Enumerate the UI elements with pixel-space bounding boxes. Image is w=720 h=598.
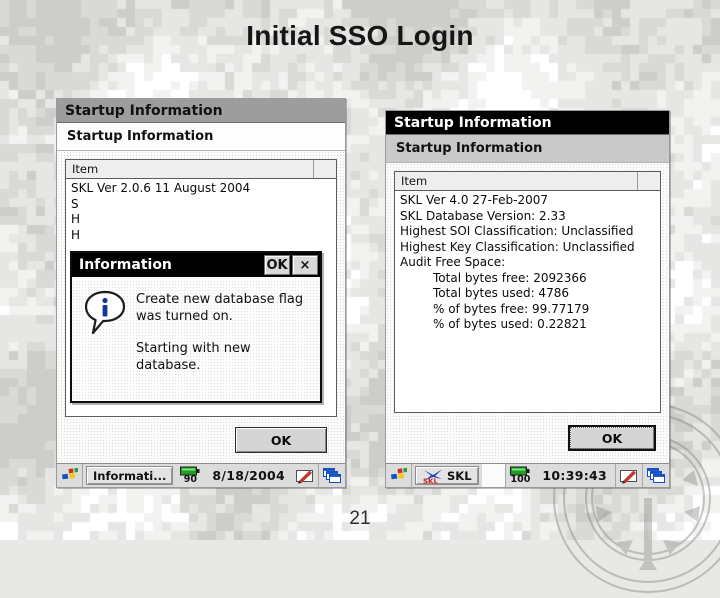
list-item[interactable]: Total bytes used: 4786 — [395, 286, 660, 302]
close-icon[interactable]: × — [292, 255, 318, 275]
right-pda-window: Startup Information Startup Information … — [385, 110, 670, 488]
dialog-paragraph: Create new database flag was turned on. — [136, 292, 304, 324]
list-item[interactable]: Audit Free Space: — [395, 255, 660, 271]
right-window-titlebar: Startup Information — [386, 111, 669, 135]
right-taskbar-task-label: SKL — [447, 468, 472, 483]
list-item[interactable]: SKL Ver 2.0.6 11 August 2004 — [66, 181, 336, 197]
slide-title: Initial SSO Login — [246, 20, 474, 51]
left-battery-level: 90 — [183, 474, 197, 486]
left-start-button[interactable] — [57, 464, 83, 487]
right-column-header-item[interactable]: Item — [395, 172, 638, 190]
right-taskbar-clock[interactable]: 10:39:43 — [534, 464, 616, 487]
left-pda-window: Startup Information Startup Information … — [56, 98, 346, 488]
left-window-title-text: Startup Information — [65, 102, 223, 119]
information-dialog-title: Information — [79, 257, 172, 273]
list-item[interactable]: Highest SOI Classification: Unclassified — [395, 224, 660, 240]
left-ok-button-label: OK — [270, 432, 292, 448]
skl-app-icon: SKL — [423, 469, 442, 485]
list-item[interactable]: SKL Ver 4.0 27-Feb-2007 — [395, 193, 660, 209]
right-battery-indicator[interactable]: 100 — [506, 464, 534, 487]
left-listview-header: Item — [66, 160, 336, 179]
left-taskbar-clock[interactable]: 8/18/2004 — [204, 464, 289, 487]
cascade-windows-icon — [647, 467, 665, 483]
information-dialog: Information OK × Create new database fla… — [70, 251, 322, 403]
list-item[interactable]: SKL Database Version: 2.33 — [395, 209, 660, 225]
left-taskbar-task-label: Informati... — [93, 468, 167, 483]
left-column-header-item[interactable]: Item — [66, 160, 314, 178]
right-battery-level: 100 — [510, 474, 531, 486]
right-window-body: Item SKL Ver 4.0 27-Feb-2007 SKL Database… — [386, 163, 669, 463]
left-battery-indicator[interactable]: 90 — [176, 464, 204, 487]
left-window-subheader: Startup Information — [57, 123, 345, 151]
right-ok-button[interactable]: OK — [568, 425, 656, 451]
left-taskbar-task-button[interactable]: Informati... — [86, 466, 174, 485]
page-number: 21 — [349, 508, 371, 529]
right-listview-header: Item — [395, 172, 660, 191]
right-column-header-blank[interactable] — [638, 172, 660, 190]
right-ok-button-label: OK — [601, 430, 623, 446]
left-stylus-button[interactable] — [292, 464, 319, 487]
left-ok-button[interactable]: OK — [235, 427, 327, 453]
list-item[interactable]: % of bytes used: 0.22821 — [395, 317, 660, 333]
list-item[interactable]: Highest Key Classification: Unclassified — [395, 240, 660, 256]
windows-start-icon — [391, 467, 407, 479]
left-window-body: Item SKL Ver 2.0.6 11 August 2004 S H H OK … — [57, 151, 345, 463]
information-dialog-message: Create new database flag was turned on. S… — [136, 289, 310, 391]
list-item[interactable]: % of bytes free: 99.77179 — [395, 302, 660, 318]
stylus-pen-icon — [620, 469, 637, 483]
information-icon — [84, 290, 126, 335]
dialog-ok-titlebar-button[interactable]: OK — [264, 255, 290, 275]
right-stylus-button[interactable] — [616, 464, 643, 487]
right-cascade-windows-button[interactable] — [643, 464, 669, 487]
list-item[interactable]: Total bytes free: 2092366 — [395, 271, 660, 287]
cascade-windows-icon — [323, 467, 341, 483]
left-column-header-blank[interactable] — [314, 160, 336, 178]
left-cascade-windows-button[interactable] — [319, 464, 345, 487]
list-item[interactable]: S — [66, 197, 336, 213]
dialog-paragraph: Starting with new database. — [136, 341, 251, 373]
information-dialog-body: Create new database flag was turned on. S… — [72, 277, 320, 401]
stylus-pen-icon — [296, 469, 313, 483]
right-window-title-text: Startup Information — [394, 114, 552, 131]
right-listview-rows: SKL Ver 4.0 27-Feb-2007 SKL Database Vers… — [395, 191, 660, 412]
list-item[interactable]: H — [66, 228, 336, 244]
right-window-subheader: Startup Information — [386, 135, 669, 163]
left-taskbar: Informati... 90 8/18/2004 — [57, 463, 345, 487]
windows-start-icon — [62, 467, 78, 479]
right-taskbar-spacer — [481, 464, 507, 487]
left-window-titlebar: Startup Information — [57, 99, 345, 123]
right-window-subheader-text: Startup Information — [396, 141, 543, 156]
right-start-button[interactable] — [386, 464, 412, 487]
right-taskbar: SKL SKL 100 10:39:43 — [386, 463, 669, 487]
list-item[interactable]: H — [66, 212, 336, 228]
right-taskbar-task-button[interactable]: SKL SKL — [415, 466, 479, 485]
right-startup-listview[interactable]: Item SKL Ver 4.0 27-Feb-2007 SKL Database… — [394, 171, 661, 413]
svg-text:SKL: SKL — [423, 478, 438, 485]
information-dialog-titlebar: Information OK × — [72, 253, 320, 277]
left-window-subheader-text: Startup Information — [67, 129, 214, 144]
